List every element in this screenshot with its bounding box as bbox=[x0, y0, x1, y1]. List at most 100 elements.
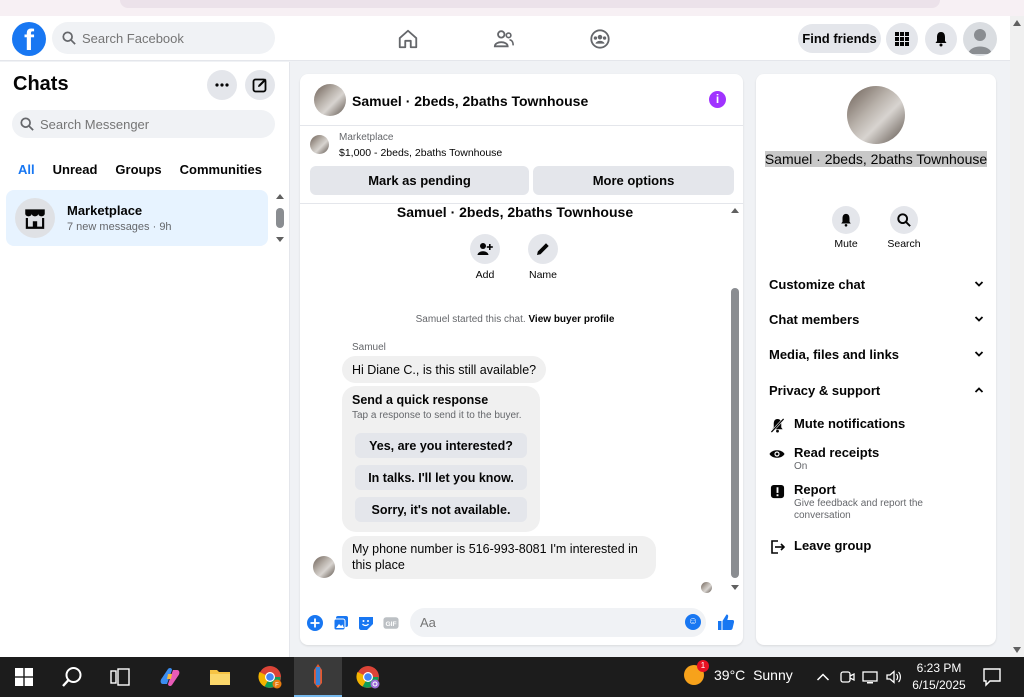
name-label: Name bbox=[528, 269, 557, 281]
emoji-icon[interactable]: ☺ bbox=[685, 614, 701, 630]
gif-icon[interactable]: GIF bbox=[383, 615, 399, 631]
message-input[interactable] bbox=[420, 615, 670, 630]
new-message-icon[interactable] bbox=[245, 70, 275, 100]
photo-icon[interactable] bbox=[333, 615, 349, 631]
read-receipts-status: On bbox=[794, 461, 808, 472]
chevron-up-icon bbox=[974, 387, 984, 393]
message-input-container[interactable] bbox=[410, 608, 706, 637]
taskbar-search-icon[interactable] bbox=[48, 657, 96, 697]
chat-subtitle: 7 new messages · 9h bbox=[67, 221, 172, 233]
add-people-action[interactable]: Add bbox=[460, 234, 510, 281]
chat-filter-tabs: All Unread Groups Communities bbox=[12, 158, 274, 184]
more-options-icon[interactable] bbox=[207, 70, 237, 100]
quick-response-subtitle: Tap a response to send it to the buyer. bbox=[352, 410, 522, 421]
message-composer: GIF ☺ bbox=[300, 605, 743, 645]
more-options-button[interactable]: More options bbox=[533, 166, 734, 195]
add-person-icon[interactable] bbox=[470, 234, 500, 264]
message-bubble[interactable]: My phone number is 516-993-8081 I'm inte… bbox=[342, 536, 656, 579]
plus-circle-icon[interactable] bbox=[307, 615, 323, 631]
chevron-down-icon bbox=[974, 281, 984, 287]
search-label: Search bbox=[887, 238, 921, 250]
taskbar-clock[interactable]: 6:23 PM 6/15/2025 bbox=[908, 660, 970, 694]
chat-list-item[interactable]: Marketplace 7 new messages · 9h bbox=[6, 190, 268, 246]
chats-scrollbar[interactable] bbox=[276, 194, 284, 242]
tab-unread[interactable]: Unread bbox=[47, 158, 104, 184]
listing-title[interactable]: $1,000 - 2beds, 2baths Townhouse bbox=[339, 147, 502, 159]
details-avatar[interactable] bbox=[847, 86, 905, 144]
conversation-title[interactable]: Samuel · 2beds, 2baths Townhouse bbox=[352, 93, 588, 109]
tray-chevron-up-icon[interactable] bbox=[815, 669, 831, 685]
weather-widget[interactable]: 1 39°C Sunny bbox=[684, 660, 793, 685]
view-buyer-profile-link[interactable]: View buyer profile bbox=[528, 314, 614, 325]
marketplace-listing-bar: Marketplace $1,000 - 2beds, 2baths Townh… bbox=[300, 127, 743, 203]
chrome-icon[interactable]: F bbox=[246, 657, 294, 697]
groups-icon[interactable] bbox=[587, 26, 613, 52]
listing-thumbnail[interactable] bbox=[310, 135, 329, 154]
privacy-support-label: Privacy & support bbox=[769, 383, 881, 398]
volume-icon[interactable] bbox=[886, 669, 902, 685]
account-avatar[interactable] bbox=[963, 22, 997, 56]
file-explorer-icon[interactable] bbox=[196, 657, 244, 697]
bell-icon[interactable] bbox=[832, 206, 860, 234]
meet-now-icon[interactable] bbox=[839, 669, 855, 685]
marketplace-store-icon bbox=[15, 198, 55, 238]
started-text: Samuel started this chat. bbox=[415, 314, 526, 325]
menu-grid-icon[interactable] bbox=[886, 23, 918, 55]
sender-avatar[interactable] bbox=[313, 556, 335, 578]
chrome-profile-icon[interactable] bbox=[344, 657, 392, 697]
quick-response-button[interactable]: Sorry, it's not available. bbox=[355, 497, 527, 522]
friends-icon[interactable] bbox=[491, 26, 517, 52]
thread-scrollbar[interactable] bbox=[730, 208, 740, 590]
find-friends-button[interactable]: Find friends bbox=[798, 24, 881, 53]
conversation-panel: Samuel · 2beds, 2baths Townhouse i Marke… bbox=[300, 74, 743, 645]
chevron-down-icon bbox=[974, 316, 984, 322]
info-icon[interactable]: i bbox=[709, 91, 726, 108]
mute-action[interactable]: Mute bbox=[824, 206, 868, 250]
conversation-header: Samuel · 2beds, 2baths Townhouse i bbox=[300, 74, 743, 126]
details-chat-name-text: Samuel · 2beds, 2baths Townhouse bbox=[764, 151, 988, 167]
windows-start-icon[interactable] bbox=[0, 657, 48, 697]
edit-name-action[interactable]: Name bbox=[518, 234, 568, 281]
notification-center-icon[interactable] bbox=[982, 667, 1002, 687]
quick-response-button[interactable]: Yes, are you interested? bbox=[355, 433, 527, 458]
svg-text:GIF: GIF bbox=[385, 621, 396, 628]
chat-members-section[interactable]: Chat members bbox=[769, 312, 984, 327]
privacy-support-section[interactable]: Privacy & support bbox=[769, 383, 984, 398]
seen-indicator-avatar bbox=[701, 582, 712, 593]
browser-address-bar bbox=[120, 0, 940, 8]
media-files-links-section[interactable]: Media, files and links bbox=[769, 347, 984, 362]
weather-condition: Sunny bbox=[753, 667, 793, 683]
search-action[interactable]: Search bbox=[882, 206, 926, 250]
page-scrollbar[interactable] bbox=[1010, 16, 1024, 657]
chats-sidebar: Chats All Unread Groups Communities Mark… bbox=[0, 62, 290, 657]
mark-as-pending-button[interactable]: Mark as pending bbox=[310, 166, 529, 195]
facebook-search[interactable] bbox=[52, 22, 275, 54]
task-view-icon[interactable] bbox=[96, 657, 144, 697]
network-icon[interactable] bbox=[862, 669, 878, 685]
messenger-search-input[interactable] bbox=[40, 116, 260, 132]
messenger-search[interactable] bbox=[12, 110, 275, 138]
customize-chat-section[interactable]: Customize chat bbox=[769, 277, 984, 292]
tab-groups[interactable]: Groups bbox=[109, 158, 167, 184]
active-app-icon[interactable] bbox=[294, 657, 342, 697]
search-icon bbox=[62, 31, 76, 45]
leave-group-label: Leave group bbox=[794, 538, 872, 553]
weather-badge: 1 bbox=[697, 660, 709, 672]
conversation-avatar[interactable] bbox=[314, 84, 346, 116]
search-icon[interactable] bbox=[890, 206, 918, 234]
sticker-icon[interactable] bbox=[358, 615, 374, 631]
customize-chat-label: Customize chat bbox=[769, 277, 866, 292]
message-bubble[interactable]: Hi Diane C., is this still available? bbox=[342, 356, 547, 383]
copilot-icon[interactable] bbox=[146, 657, 194, 697]
quick-response-button[interactable]: In talks. I'll let you know. bbox=[355, 465, 527, 490]
facebook-logo-icon[interactable]: f bbox=[12, 22, 46, 56]
thumbs-up-icon[interactable] bbox=[717, 613, 735, 631]
tab-all[interactable]: All bbox=[12, 158, 41, 184]
clock-time: 6:23 PM bbox=[916, 661, 962, 675]
home-icon[interactable] bbox=[395, 26, 421, 52]
tab-communities[interactable]: Communities bbox=[174, 158, 268, 184]
chevron-down-icon bbox=[974, 351, 984, 357]
notifications-bell-icon[interactable] bbox=[925, 23, 957, 55]
facebook-search-input[interactable] bbox=[82, 30, 262, 46]
pencil-icon[interactable] bbox=[528, 234, 558, 264]
